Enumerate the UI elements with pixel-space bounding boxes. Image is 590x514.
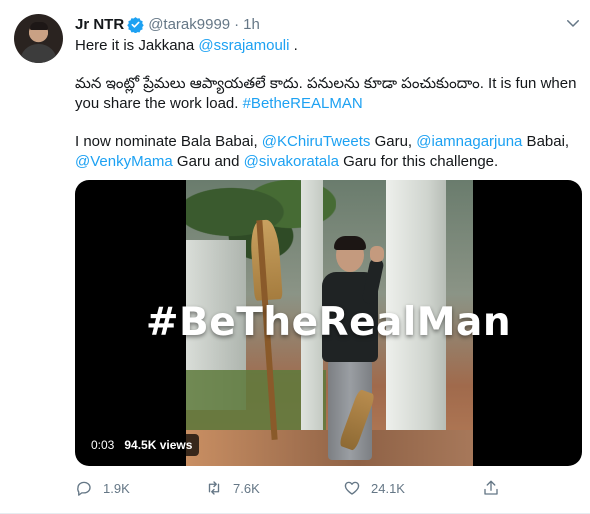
tweet-line-3: I now nominate Bala Babai, @KChiruTweets… bbox=[75, 132, 580, 172]
tweet-header: Jr NTR @tarak9999 · 1h bbox=[75, 14, 260, 34]
video-duration: 0:03 bbox=[91, 438, 115, 452]
tweet-line-1: Here it is Jakkana @ssrajamouli . bbox=[75, 36, 580, 56]
video-views: 94.5K views bbox=[124, 438, 193, 452]
author-handle[interactable]: @tarak9999 bbox=[148, 16, 230, 33]
retweet-button[interactable]: 7.6K bbox=[205, 478, 260, 498]
retweet-count: 7.6K bbox=[233, 480, 260, 496]
video-player[interactable]: #BeTheRealMan 0:03 94.5K views bbox=[75, 180, 582, 466]
text-span: . bbox=[289, 37, 298, 54]
text-span: Here it is Jakkana bbox=[75, 37, 199, 54]
video-overlay-text: #BeTheRealMan bbox=[145, 300, 512, 345]
reply-icon bbox=[77, 481, 91, 496]
chevron-down-icon[interactable] bbox=[564, 14, 582, 32]
like-count: 24.1K bbox=[371, 480, 405, 496]
tweet-text: Here it is Jakkana @ssrajamouli . మన ఇంట… bbox=[75, 36, 580, 172]
mention-link[interactable]: @sivakoratala bbox=[244, 153, 339, 170]
text-span: Garu and bbox=[172, 153, 244, 170]
text-span: Garu for this challenge. bbox=[338, 153, 499, 170]
avatar[interactable] bbox=[14, 14, 63, 63]
retweet-icon bbox=[208, 481, 220, 495]
verified-badge-icon bbox=[127, 16, 144, 33]
separator-dot: · bbox=[234, 15, 240, 33]
share-button[interactable] bbox=[482, 478, 500, 498]
tweet-line-2: మన ఇంట్లో ప్రేమలు ఆప్యాయతలే కాదు. పనులను… bbox=[75, 74, 580, 114]
text-span: Garu, bbox=[370, 133, 417, 150]
author-name[interactable]: Jr NTR bbox=[75, 16, 124, 33]
reply-button[interactable]: 1.9K bbox=[75, 478, 130, 498]
tweet-actions: 1.9K 7.6K 24.1K bbox=[75, 478, 505, 498]
mention-link[interactable]: @KChiruTweets bbox=[262, 133, 371, 150]
like-button[interactable]: 24.1K bbox=[343, 478, 405, 498]
mention-link[interactable]: @iamnagarjuna bbox=[416, 133, 522, 150]
text-span: I now nominate Bala Babai, bbox=[75, 133, 262, 150]
video-stats-badge: 0:03 94.5K views bbox=[84, 434, 200, 456]
mention-link[interactable]: @ssrajamouli bbox=[198, 37, 289, 54]
share-icon bbox=[484, 480, 498, 495]
text-span: Babai, bbox=[522, 133, 570, 150]
reply-count: 1.9K bbox=[103, 480, 130, 496]
tweet-card[interactable]: Jr NTR @tarak9999 · 1h Here it is Jakkan… bbox=[0, 0, 590, 514]
mention-link[interactable]: @VenkyMama bbox=[75, 153, 173, 170]
heart-icon bbox=[344, 481, 360, 495]
tweet-time[interactable]: 1h bbox=[243, 16, 260, 33]
hashtag-link[interactable]: #BetheREALMAN bbox=[243, 95, 363, 112]
